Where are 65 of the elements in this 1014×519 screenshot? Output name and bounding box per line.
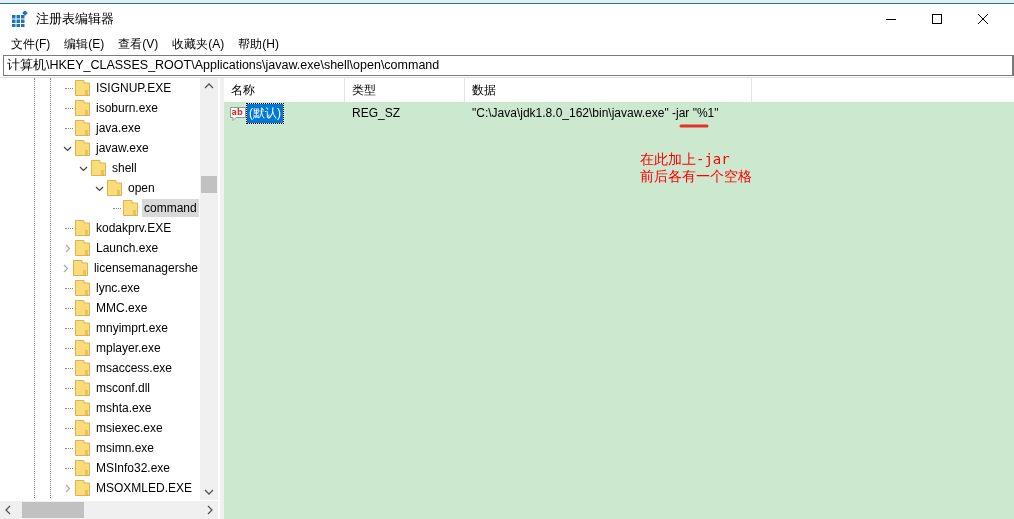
tree-item[interactable]: licensemanagershe [91,259,200,277]
column-header[interactable]: 名称 [224,78,345,102]
folder-icon [75,100,90,116]
address-field[interactable]: 计算机\HKEY_CLASSES_ROOT\Applications\javaw.exe\shell\open\command [3,55,1014,76]
tree-item[interactable]: mnyimprt.exe [94,319,171,337]
folder-icon [75,80,90,96]
folder-icon [75,440,90,456]
string-value-icon: ab [230,105,246,121]
menu-item[interactable]: 编辑(E) [57,35,112,53]
folder-icon [75,280,90,296]
folder-icon [75,360,90,376]
annotation-text: 在此加上-jar [640,151,731,168]
folder-icon [75,240,90,256]
folder-icon [75,140,90,156]
folder-icon [75,460,90,476]
column-header[interactable]: 类型 [345,78,465,102]
folder-icon [123,200,138,216]
tree-item[interactable]: MMC.exe [94,299,150,317]
folder-icon [91,160,106,176]
scroll-thumb[interactable] [22,502,84,518]
tree-item[interactable]: MSOXMLED.EXE [94,479,195,497]
folder-icon [75,320,90,336]
folder-icon [75,300,90,316]
folder-icon [107,180,122,196]
scroll-thumb[interactable] [201,176,217,193]
folder-icon [75,220,90,236]
tree-item[interactable]: msaccess.exe [94,359,175,377]
tree-item[interactable]: lync.exe [94,279,143,297]
horizontal-scrollbar[interactable] [0,501,218,519]
tree-item[interactable]: ISIGNUP.EXE [94,79,174,97]
tree-item[interactable]: java.exe [94,119,143,137]
tree-item[interactable]: isoburn.exe [94,99,161,117]
window-title: 注册表编辑器 [36,10,115,28]
menu-item[interactable]: 查看(V) [111,35,166,53]
menu-item[interactable]: 帮助(H) [231,35,286,53]
tree-item[interactable]: javaw.exe [94,139,151,157]
tree-item[interactable]: mplayer.exe [94,339,163,357]
folder-icon [75,340,90,356]
folder-icon [75,480,90,496]
tree-item[interactable]: MSInfo32.exe [94,459,173,477]
tree-item[interactable]: msimn.exe [94,439,156,457]
folder-icon [75,400,90,416]
tree-item[interactable]: mshta.exe [94,399,154,417]
table-cell-text: REG_SZ [351,106,401,120]
tree-item[interactable]: command [142,199,199,217]
column-header[interactable]: 数据 [465,78,752,102]
table-cell-text: "C:\Java\jdk1.8.0_162\bin\javaw.exe" -jar "%1" [471,106,720,120]
folder-icon [75,380,90,396]
collapsed-caret-icon[interactable] [61,263,71,273]
tree-item[interactable]: msconf.dll [94,379,153,397]
folder-icon [75,120,90,136]
annotation-text: 前后各有一个空格 [640,168,752,185]
tree-item[interactable]: Launch.exe [94,239,161,257]
menu-item[interactable]: 收藏夹(A) [165,35,232,53]
menu-item[interactable]: 文件(F) [4,35,58,53]
registry-icon [12,11,28,27]
underline-mark [679,124,709,128]
folder-icon [72,260,88,276]
vertical-scrollbar[interactable] [200,78,218,500]
tree-item[interactable]: kodakprv.EXE [94,219,174,237]
folder-icon [75,420,90,436]
value-name[interactable]: (默认) [247,103,283,123]
tree-item[interactable]: open [126,179,157,197]
tree-item[interactable]: shell [110,159,139,177]
tree-item[interactable]: msiexec.exe [94,419,165,437]
